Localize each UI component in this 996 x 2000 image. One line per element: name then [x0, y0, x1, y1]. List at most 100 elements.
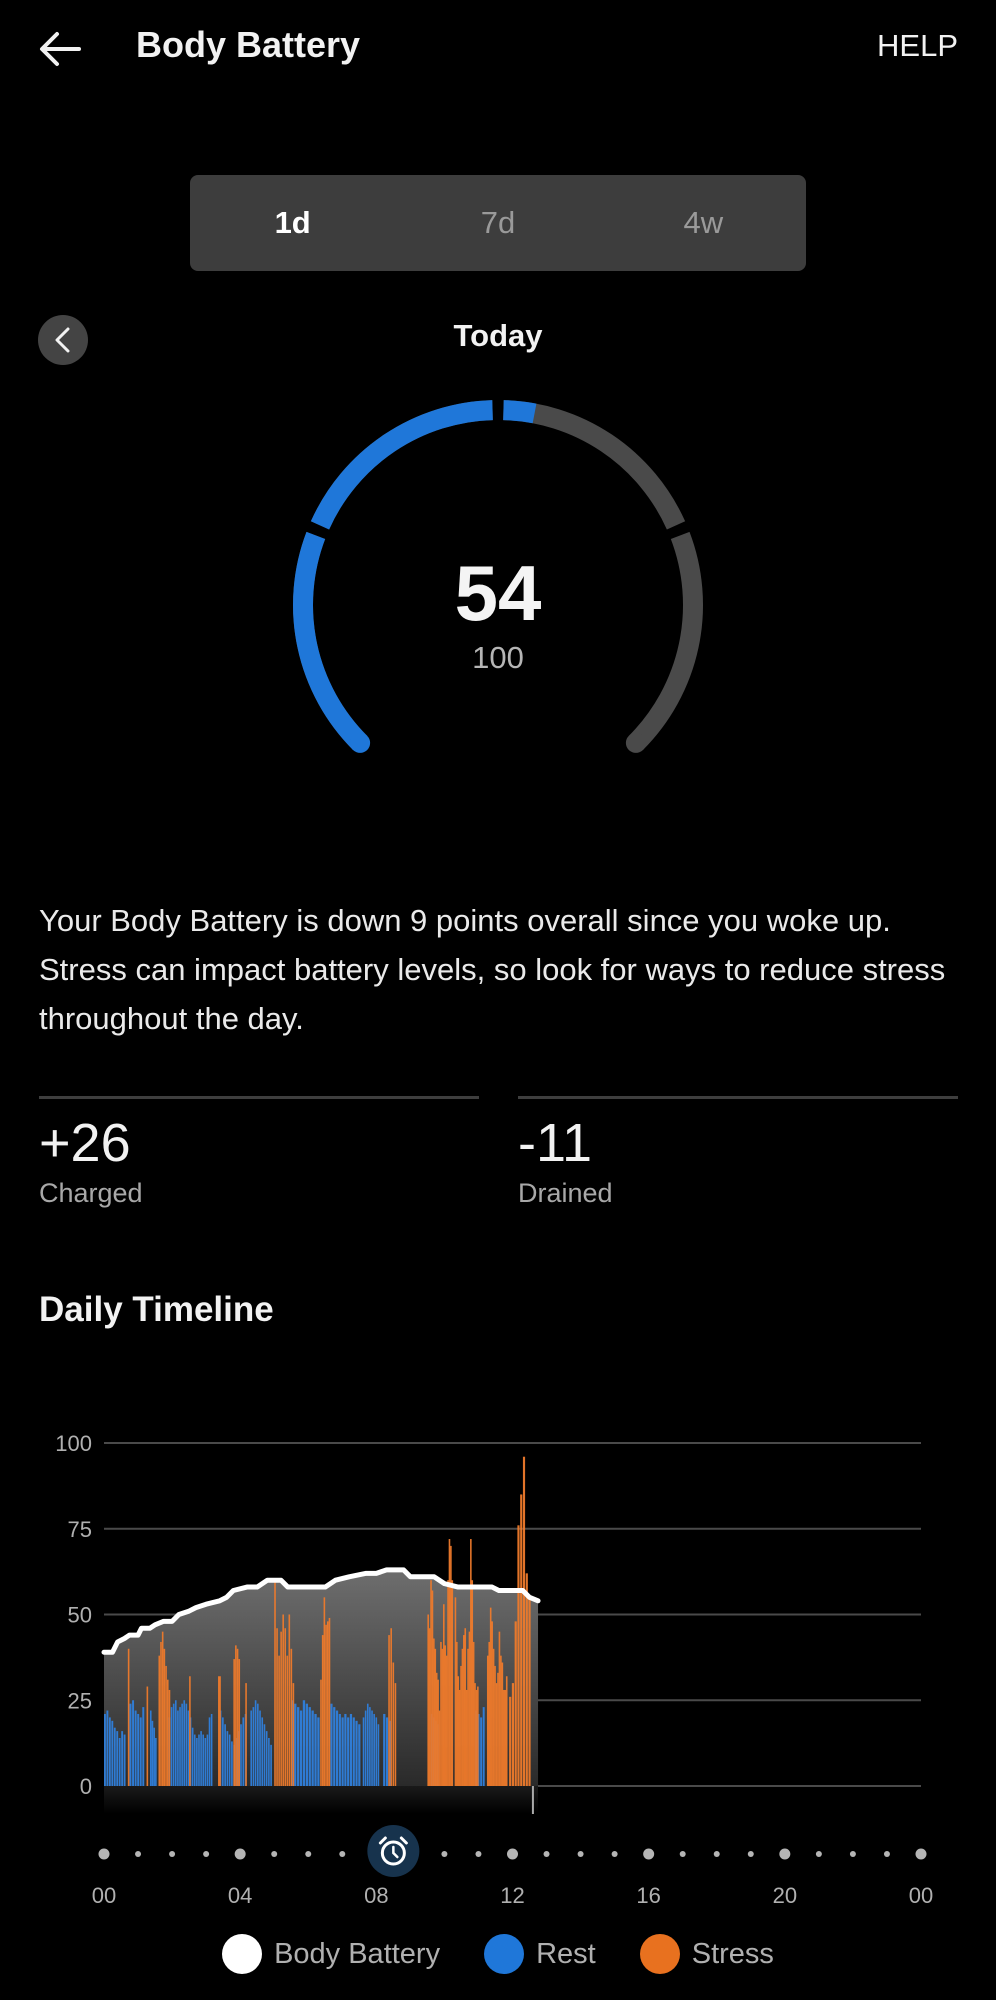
tab-4w[interactable]: 4w	[601, 175, 806, 271]
rest-bar	[305, 1703, 308, 1786]
stress-bar	[218, 1676, 221, 1786]
rest-bar	[317, 1717, 320, 1786]
rest-bar	[369, 1707, 371, 1786]
x-tick-label: 00	[909, 1883, 933, 1908]
hour-dot	[611, 1851, 618, 1857]
rest-bar	[344, 1713, 347, 1786]
stress-bar	[276, 1628, 278, 1786]
rest-bar	[341, 1717, 344, 1786]
rest-bar	[268, 1737, 270, 1786]
hour-dot	[234, 1848, 246, 1860]
rest-bar	[240, 1724, 242, 1786]
stress-bar	[284, 1628, 287, 1786]
stress-bar	[325, 1624, 327, 1786]
daily-timeline-chart[interactable]: 0 25 50 75 100 00 04 08 12 16 20 00	[0, 1400, 996, 1920]
rest-bar	[355, 1720, 358, 1786]
stress-bar	[472, 1641, 475, 1786]
rest-bar	[371, 1710, 373, 1786]
stress-bar	[323, 1597, 326, 1786]
stress-bar	[427, 1614, 429, 1786]
rest-bar	[153, 1727, 155, 1786]
stress-bar	[280, 1631, 282, 1786]
help-button[interactable]: HELP	[877, 28, 958, 64]
stress-bar	[498, 1631, 501, 1786]
hour-dot	[135, 1851, 142, 1857]
stress-bar	[503, 1689, 505, 1786]
divider	[39, 1096, 479, 1099]
rest-bar	[259, 1710, 261, 1786]
summary-text: Your Body Battery is down 9 points overa…	[39, 903, 946, 1036]
stress-bar	[454, 1597, 457, 1786]
legend-dot-body-battery	[222, 1934, 263, 1974]
stress-bar	[465, 1689, 468, 1786]
y-tick-label: 25	[68, 1688, 92, 1713]
stress-bar	[471, 1580, 474, 1786]
hour-dot	[441, 1851, 448, 1857]
rest-bar	[366, 1703, 369, 1786]
stress-bar	[509, 1696, 512, 1786]
stress-bar	[497, 1672, 499, 1786]
rest-bar	[294, 1703, 297, 1786]
stress-bar	[440, 1641, 442, 1786]
rest-bar	[113, 1727, 116, 1786]
x-tick-label: 20	[773, 1883, 797, 1908]
stress-bar	[438, 1710, 441, 1786]
stress-bar	[236, 1648, 239, 1786]
rest-bar	[385, 1717, 389, 1786]
stress-bar	[528, 1597, 531, 1786]
rest-bar	[129, 1703, 132, 1786]
hour-dot	[849, 1851, 856, 1857]
hour-dot	[713, 1851, 720, 1857]
rest-bar	[123, 1734, 126, 1786]
rest-bar	[231, 1741, 233, 1786]
back-button[interactable]	[30, 22, 90, 76]
rest-bar	[121, 1731, 124, 1786]
stress-bar	[450, 1545, 452, 1786]
stress-bar	[437, 1679, 439, 1786]
rest-bar	[297, 1707, 300, 1786]
gauge-start-cap	[350, 732, 371, 753]
stress-bar	[488, 1641, 491, 1786]
rest-bar	[257, 1703, 259, 1786]
stress-bar	[235, 1645, 237, 1786]
rest-bar	[202, 1734, 204, 1786]
rest-bar	[349, 1713, 353, 1786]
stress-bar	[189, 1676, 191, 1786]
stress-bar	[278, 1655, 280, 1786]
rest-bar	[132, 1700, 135, 1786]
stress-bar	[286, 1655, 289, 1786]
legend-item-stress: Stress	[639, 1934, 774, 1974]
rest-bar	[352, 1717, 355, 1786]
day-label: Today	[453, 318, 543, 353]
stress-bar	[160, 1641, 162, 1786]
y-tick-label: 100	[55, 1431, 92, 1456]
chart-base-shadow	[104, 1786, 539, 1814]
stress-bar	[500, 1655, 502, 1786]
rest-bar	[142, 1707, 145, 1786]
legend-label: Body Battery	[274, 1937, 441, 1970]
drained-label: Drained	[518, 1178, 613, 1208]
stress-bar	[517, 1525, 520, 1786]
tab-1d[interactable]: 1d	[190, 175, 395, 271]
chart-legend: Body Battery Rest Stress	[0, 1934, 996, 1974]
x-tick-label: 00	[92, 1883, 116, 1908]
stress-bar	[428, 1628, 431, 1786]
stress-bar	[328, 1617, 331, 1786]
gauge-track-segment	[503, 400, 686, 530]
stress-bar	[161, 1631, 164, 1786]
stress-bar	[491, 1621, 493, 1786]
rest-bar	[228, 1734, 231, 1786]
gauge-max: 100	[472, 640, 524, 675]
rest-bar	[480, 1717, 483, 1786]
hour-dot	[507, 1848, 518, 1860]
rest-bar	[335, 1710, 339, 1786]
stress-bar	[430, 1580, 432, 1786]
stress-bar	[460, 1665, 462, 1786]
stress-bar	[522, 1456, 526, 1786]
stress-bar	[463, 1635, 465, 1786]
stress-bar	[238, 1659, 241, 1786]
rest-bar	[338, 1713, 341, 1786]
rest-bar	[330, 1703, 333, 1786]
tab-7d[interactable]: 7d	[395, 175, 600, 271]
rest-bar	[375, 1717, 378, 1786]
